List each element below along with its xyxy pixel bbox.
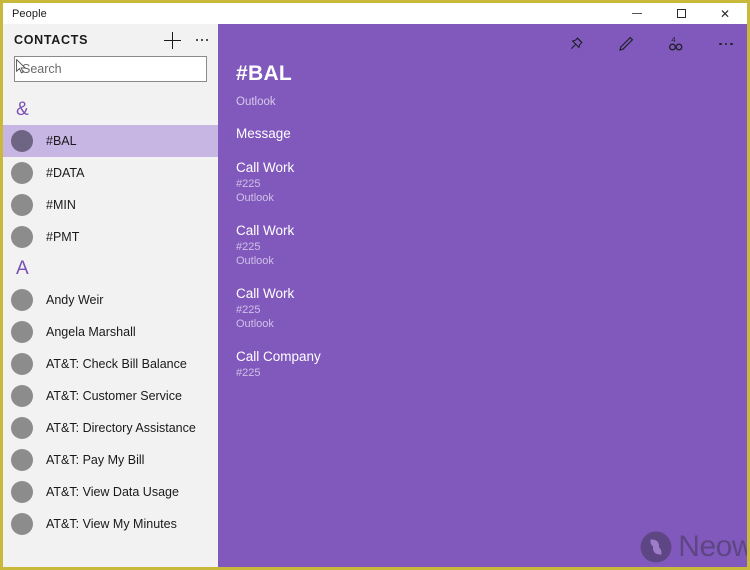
pin-icon (570, 37, 583, 50)
detail-toolbar: 4 (563, 30, 739, 58)
contact-action-title: Message (236, 126, 291, 141)
contact-action-title: Call Work (236, 286, 295, 301)
contact-action-item[interactable]: Message (236, 126, 737, 142)
minimize-button[interactable] (615, 3, 659, 24)
contact-group-letter: & (16, 98, 29, 120)
contact-list-item[interactable]: Angela Marshall (3, 316, 218, 348)
neowin-logo-icon (640, 531, 672, 563)
avatar (11, 162, 33, 184)
contact-list-item[interactable]: AT&T: Pay My Bill (3, 444, 218, 476)
contact-list-item-label: #MIN (46, 198, 76, 212)
contact-list-item-label: AT&T: Pay My Bill (46, 453, 145, 467)
contact-list-item[interactable]: AT&T: View My Minutes (3, 508, 218, 540)
window-title: People (12, 7, 47, 20)
pencil-icon (619, 36, 634, 51)
edit-button[interactable] (613, 31, 639, 57)
contact-action-title: Call Company (236, 349, 321, 364)
contact-list-item[interactable]: AT&T: Check Bill Balance (3, 348, 218, 380)
contact-name-heading: #BAL (236, 62, 293, 85)
contact-list-item[interactable]: Andy Weir (3, 284, 218, 316)
contact-list-item[interactable]: #DATA (3, 157, 218, 189)
contact-list-item[interactable]: #PMT (3, 221, 218, 253)
ellipsis-icon (719, 42, 733, 46)
contact-action-detail: #225 (236, 241, 261, 253)
sidebar-more-button[interactable] (195, 33, 209, 47)
close-icon: ✕ (719, 6, 731, 21)
contact-list-item-label: AT&T: Check Bill Balance (46, 357, 187, 371)
minimize-icon (632, 13, 642, 14)
add-contact-button[interactable] (163, 31, 181, 49)
detail-body: #BAL Outlook Message Call Work #225 Outlook… (236, 62, 737, 380)
contact-action-detail: #225 (236, 367, 261, 379)
contact-list-item-label: Angela Marshall (46, 325, 136, 339)
contact-list-item[interactable]: AT&T: Customer Service (3, 380, 218, 412)
avatar (11, 130, 33, 152)
contact-list-item[interactable]: #MIN (3, 189, 218, 221)
contact-action-detail: #225 (236, 178, 261, 190)
app-content: CONTACTS & #BAL #DATA #MIN #PMT A Andy Weir Ang… (3, 24, 747, 567)
contact-action-title: Call Work (236, 223, 295, 238)
avatar (11, 513, 33, 535)
contact-list-item-label: AT&T: View My Minutes (46, 517, 177, 531)
contact-list-item[interactable]: AT&T: Directory Assistance (3, 412, 218, 444)
contact-action-item[interactable]: Call Work #225 Outlook (236, 223, 737, 268)
contact-list-item-label: Andy Weir (46, 293, 104, 307)
contact-list[interactable]: & #BAL #DATA #MIN #PMT A Andy Weir Angela Marsh… (3, 94, 218, 564)
avatar (11, 417, 33, 439)
avatar (11, 353, 33, 375)
contact-list-item-label: #DATA (46, 166, 85, 180)
contact-action-item[interactable]: Call Work #225 Outlook (236, 160, 737, 205)
link-contacts-button[interactable]: 4 (663, 31, 689, 57)
contact-list-item-label: #BAL (46, 134, 77, 148)
sidebar-header: CONTACTS (3, 24, 218, 74)
contact-actions: Message Call Work #225 Outlook Call Work #225… (236, 126, 737, 380)
avatar (11, 289, 33, 311)
contact-action-source: Outlook (236, 192, 274, 204)
avatar (11, 449, 33, 471)
contact-action-source: Outlook (236, 255, 274, 267)
avatar (11, 226, 33, 248)
contact-group-letter: A (16, 257, 29, 279)
close-button[interactable]: ✕ (703, 3, 747, 24)
contact-action-item[interactable]: Call Work #225 Outlook (236, 286, 737, 331)
contact-action-detail: #225 (236, 304, 261, 316)
contact-detail-panel: 4 #BAL Outlook Message Call Work #225 Outlo… (218, 24, 747, 567)
contact-source: Outlook (236, 96, 276, 108)
title-bar: People ✕ (3, 3, 747, 24)
avatar (11, 385, 33, 407)
maximize-icon (676, 9, 686, 18)
avatar (11, 321, 33, 343)
contact-list-item-label: #PMT (46, 230, 80, 244)
contact-list-item[interactable]: #BAL (3, 125, 218, 157)
avatar (11, 481, 33, 503)
search-container (3, 56, 218, 82)
neowin-watermark: Neow (639, 530, 747, 564)
people-app-window: People ✕ CONTACTS Search & #BAL #DATA #M… (0, 0, 750, 570)
contact-action-source: Outlook (236, 318, 274, 330)
detail-more-button[interactable] (713, 31, 739, 57)
page-title: CONTACTS (14, 33, 89, 47)
contacts-sidebar: CONTACTS & #BAL #DATA #MIN #PMT A Andy Weir Ang… (3, 24, 218, 567)
contact-list-item-label: AT&T: Customer Service (46, 389, 182, 403)
maximize-button[interactable] (659, 3, 703, 24)
link-icon: 4 (669, 35, 683, 51)
watermark-text: Neow (678, 530, 747, 563)
contact-action-item[interactable]: Call Company #225 (236, 349, 737, 380)
contact-list-item-label: AT&T: View Data Usage (46, 485, 179, 499)
contact-list-item-label: AT&T: Directory Assistance (46, 421, 196, 435)
sidebar-header-actions (163, 31, 209, 49)
avatar (11, 194, 33, 216)
ellipsis-icon (195, 33, 209, 47)
contact-action-title: Call Work (236, 160, 295, 175)
svg-text:4: 4 (671, 35, 675, 44)
pin-button[interactable] (563, 31, 589, 57)
contact-list-item[interactable]: AT&T: View Data Usage (3, 476, 218, 508)
search-input[interactable] (14, 56, 207, 82)
plus-icon (163, 31, 181, 49)
window-controls: ✕ (615, 3, 747, 24)
